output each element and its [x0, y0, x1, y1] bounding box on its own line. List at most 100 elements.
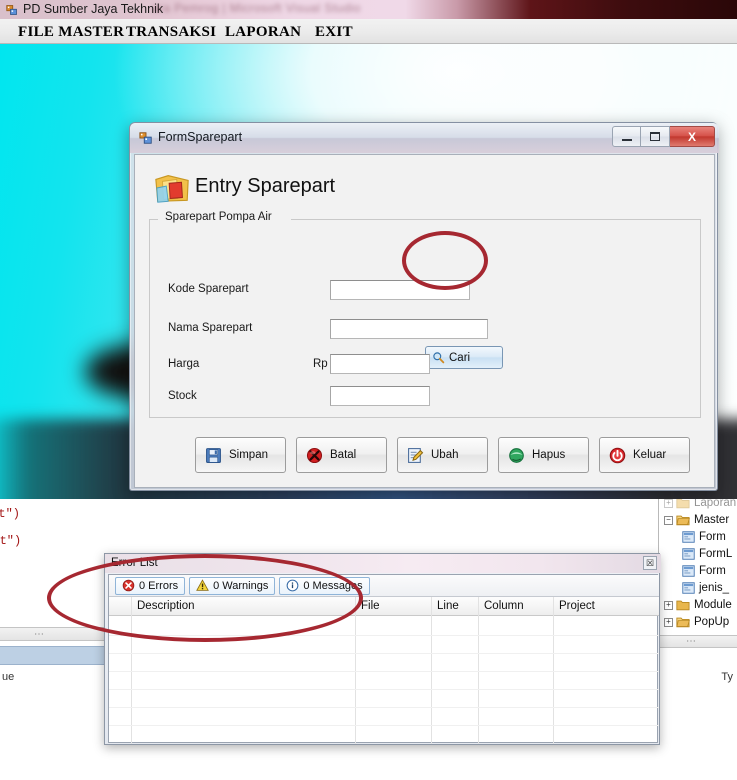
action-button-row: Simpan Batal Ubah Hapus Keluar — [195, 437, 690, 473]
batal-button[interactable]: Batal — [296, 437, 387, 473]
splitter-grip-icon: ⋯ — [34, 629, 45, 640]
label-kode-sparepart: Kode Sparepart — [168, 283, 249, 295]
tree-item-label: Form — [699, 565, 726, 577]
tree-item-label: jenis_ — [699, 582, 730, 594]
messages-filter-label: 0 Messages — [303, 579, 363, 592]
menu-item-transaksi[interactable]: TRANSAKSI — [122, 23, 220, 42]
error-list-title-bar[interactable]: Error List ☒ — [105, 554, 661, 573]
warning-icon — [196, 579, 210, 591]
label-stock: Stock — [168, 390, 197, 402]
column-description[interactable]: Description — [137, 600, 195, 612]
delete-icon — [509, 447, 524, 463]
keluar-button-label: Keluar — [633, 449, 667, 461]
menu-item-laporan[interactable]: LAPORAN — [221, 23, 305, 42]
menu-item-file-master[interactable]: FILE MASTER — [14, 23, 128, 42]
column-project[interactable]: Project — [559, 600, 595, 612]
maximize-icon — [650, 132, 660, 141]
folder-open-icon — [676, 515, 690, 526]
batal-button-label: Batal — [330, 449, 357, 461]
errors-filter-chip[interactable]: 0 Errors — [115, 576, 186, 595]
column-line[interactable]: Line — [437, 600, 459, 612]
maximize-button[interactable] — [641, 126, 670, 147]
folder-icon — [676, 499, 690, 509]
tree-item-jenis[interactable]: jenis_ — [682, 580, 729, 596]
error-icon — [122, 579, 135, 592]
expander-icon[interactable]: + — [664, 600, 673, 610]
groupbox-legend: Sparepart Pompa Air — [162, 211, 275, 223]
tree-item-label: Laporan — [694, 499, 737, 509]
tree-item-label: FormL — [699, 548, 733, 560]
tree-item-form-2[interactable]: FormL — [682, 546, 732, 562]
tree-item-popup[interactable]: + PopUp — [664, 614, 729, 630]
hapus-button-label: Hapus — [532, 449, 566, 461]
input-stock[interactable] — [330, 386, 430, 406]
folder-documents-icon — [155, 175, 189, 203]
form-file-icon — [682, 548, 695, 560]
form-file-icon — [682, 582, 695, 594]
simpan-button-label: Simpan — [229, 449, 268, 461]
save-icon — [206, 447, 221, 463]
messages-filter-chip[interactable]: 0 Messages — [279, 576, 370, 595]
properties-type-text: Ty — [721, 671, 733, 683]
dialog-body: Entry Sparepart Sparepart Pompa Air Kode… — [134, 154, 715, 488]
hapus-button[interactable]: Hapus — [498, 437, 589, 473]
label-rp-prefix: Rp — [313, 358, 328, 370]
screen-root: PD Sumber Jaya Tekhnik ara Pemrog | Micr… — [0, 0, 737, 780]
tree-item-label: Module — [694, 599, 732, 611]
window-controls: X — [612, 126, 715, 147]
label-nama-sparepart: Nama Sparepart — [168, 322, 253, 334]
keluar-button[interactable]: Keluar — [599, 437, 690, 473]
sparepart-groupbox: Sparepart Pompa Air Kode Sparepart Cari … — [149, 211, 701, 418]
tree-item-form-3[interactable]: Form — [682, 563, 726, 579]
close-button[interactable]: X — [670, 126, 715, 147]
app-icon — [6, 5, 17, 15]
menu-item-exit[interactable]: EXIT — [311, 23, 357, 42]
page-title: Entry Sparepart — [195, 175, 336, 197]
edit-icon — [408, 447, 424, 463]
info-icon — [286, 579, 299, 592]
power-icon — [609, 447, 626, 463]
splitter-grip-icon: ⋯ — [686, 636, 696, 647]
error-list-column-header: Description File Line Column Project — [109, 597, 659, 616]
row-separator — [109, 725, 659, 726]
minimize-button[interactable] — [612, 126, 641, 147]
tree-item-label: Form — [699, 531, 726, 543]
backdrop-title: ara Pemrog | Microsoft Visual Studio — [152, 1, 361, 15]
column-file[interactable]: File — [361, 600, 380, 612]
tree-item-laporan[interactable]: + Laporan — [664, 499, 736, 511]
tree-item-form-1[interactable]: Form — [682, 529, 726, 545]
solution-explorer-splitter[interactable]: ⋯ — [660, 635, 737, 648]
expander-icon[interactable]: + — [664, 617, 673, 627]
row-separator — [109, 653, 659, 654]
warnings-filter-chip[interactable]: 0 Warnings — [189, 576, 276, 595]
expander-icon[interactable]: + — [664, 499, 673, 508]
column-column[interactable]: Column — [484, 600, 524, 612]
error-list-window: Error List ☒ 0 Errors 0 Warnings 0 Messa… — [104, 553, 661, 745]
simpan-button[interactable]: Simpan — [195, 437, 286, 473]
dialog-title-bar[interactable]: FormSparepart X — [130, 123, 719, 153]
errors-filter-label: 0 Errors — [139, 579, 179, 592]
vs-title-bar: PD Sumber Jaya Tekhnik ara Pemrog | Micr… — [0, 0, 737, 19]
row-separator — [109, 689, 659, 690]
cari-button-label: Cari — [449, 351, 471, 364]
cari-button[interactable]: Cari — [425, 346, 503, 369]
dialog-title: FormSparepart — [158, 130, 243, 144]
ubah-button-label: Ubah — [431, 449, 459, 461]
tree-item-label: Master — [694, 514, 730, 526]
app-title: PD Sumber Jaya Tekhnik — [23, 2, 164, 16]
solution-explorer-tree[interactable]: + Laporan − Master Form FormL Form jenis… — [660, 499, 737, 635]
input-kode-sparepart[interactable] — [330, 280, 470, 300]
ubah-button[interactable]: Ubah — [397, 437, 488, 473]
tree-item-module[interactable]: + Module — [664, 597, 732, 613]
error-list-close-button[interactable]: ☒ — [643, 556, 657, 570]
form-sparepart-dialog: FormSparepart X Entry Sparepart Sparepar… — [129, 122, 719, 491]
folder-open-icon — [676, 617, 690, 628]
input-nama-sparepart[interactable] — [330, 319, 488, 339]
tree-item-master[interactable]: − Master — [664, 512, 729, 528]
expander-icon[interactable]: − — [664, 515, 673, 525]
vs-lower-region: art") part") ⋯ ue Ty + Laporan − Master … — [0, 499, 737, 780]
form-file-icon — [682, 565, 695, 577]
input-harga[interactable] — [330, 354, 430, 374]
form-icon — [139, 132, 152, 144]
form-file-icon — [682, 531, 695, 543]
